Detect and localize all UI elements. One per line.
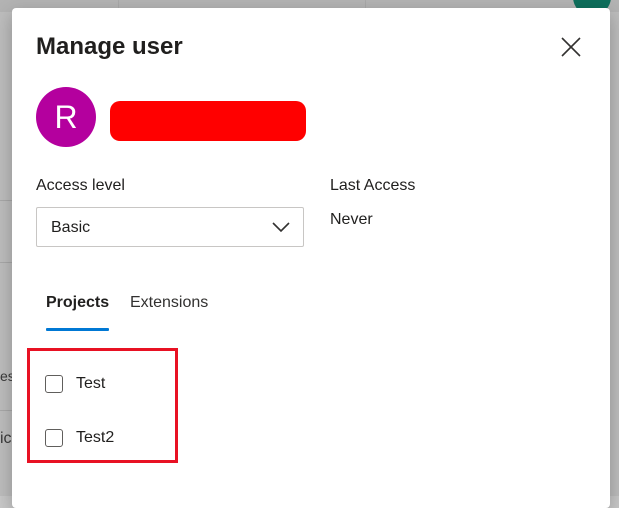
selected-tab-indicator [46,328,109,331]
dialog-title: Manage user [36,33,183,60]
background-row-divider [0,410,12,411]
chevron-down-icon [271,219,291,235]
last-access-label: Last Access [330,177,416,194]
project-checkbox-test2[interactable]: Test2 [45,427,114,449]
project-label: Test2 [76,429,115,446]
last-access-value: Never [330,211,373,228]
background-row-divider [0,262,12,263]
background-text: ic [0,430,12,447]
avatar: R [36,87,96,147]
tab-projects[interactable]: Projects [46,294,109,312]
access-level-dropdown[interactable]: Basic [36,207,304,247]
avatar-initial: R [54,98,78,135]
access-level-value: Basic [51,219,91,236]
manage-user-dialog: Manage user R Access level Last Access N… [12,8,610,508]
redacted-user-name [110,101,306,141]
tab-extensions[interactable]: Extensions [130,294,208,312]
checkbox[interactable] [45,429,63,447]
checkbox[interactable] [45,375,63,393]
close-icon [561,37,581,57]
access-level-label: Access level [36,177,125,194]
project-checkbox-test[interactable]: Test [45,373,105,395]
background-row-divider [0,200,12,201]
close-button[interactable] [558,34,584,60]
project-label: Test [76,375,106,392]
